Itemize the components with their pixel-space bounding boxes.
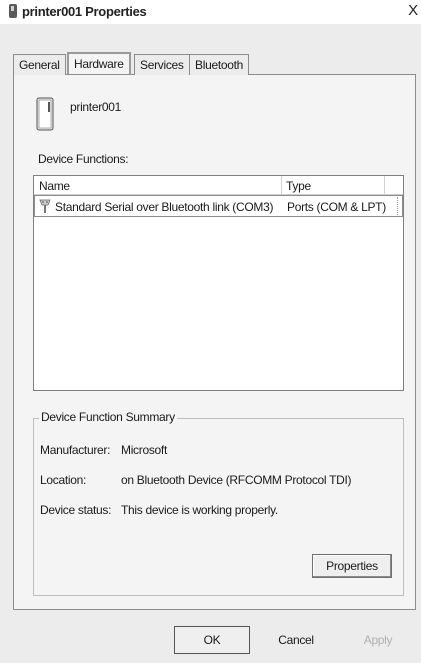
title-bar: printer001 Properties X [0,0,421,24]
function-name: Standard Serial over Bluetooth link (COM… [55,200,274,214]
manufacturer-label: Manufacturer: [40,443,111,457]
window-title: printer001 Properties [22,4,147,19]
column-separator[interactable] [384,176,385,194]
ok-button[interactable]: OK [174,626,250,654]
column-separator[interactable] [281,176,282,194]
device-name: printer001 [70,100,122,114]
row-focus-edge [397,197,399,215]
location-value: on Bluetooth Device (RFCOMM Protocol TDI… [121,473,352,487]
device-status-label: Device status: [40,503,112,517]
column-header-type[interactable]: Type [286,179,311,193]
tab-services[interactable]: Services [134,54,190,75]
close-button[interactable]: X [407,2,419,20]
tab-general[interactable]: General [13,54,66,75]
port-icon [39,199,51,213]
device-functions-label: Device Functions: [38,152,129,166]
apply-button[interactable]: Apply [340,628,416,654]
function-type: Ports (COM & LPT) [287,200,386,214]
device-functions-list[interactable]: Name Type Standard Serial over Bluetooth… [33,175,404,391]
device-icon [9,4,17,18]
properties-button[interactable]: Properties [312,554,392,578]
cancel-button[interactable]: Cancel [258,628,334,654]
manufacturer-value: Microsoft [121,443,167,457]
list-header: Name Type [34,176,403,195]
location-label: Location: [40,473,87,487]
column-header-name[interactable]: Name [39,179,70,193]
tab-bluetooth[interactable]: Bluetooth [189,54,250,75]
device-icon [36,97,54,131]
tab-hardware[interactable]: Hardware [67,52,131,74]
summary-title: Device Function Summary [39,410,177,424]
device-status-value: This device is working properly. [121,503,278,517]
list-item[interactable]: Standard Serial over Bluetooth link (COM… [34,195,403,217]
